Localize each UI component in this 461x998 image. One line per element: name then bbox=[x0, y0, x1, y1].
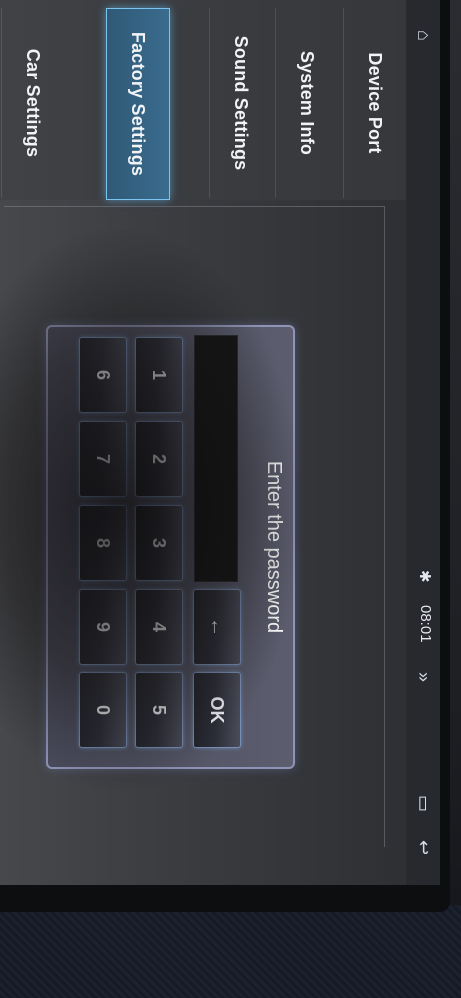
dialog-title: Enter the password bbox=[263, 460, 285, 634]
sidebar-item-system-info[interactable]: System Info bbox=[275, 8, 338, 198]
sidebar-item-sound-settings[interactable]: Sound Settings bbox=[209, 8, 272, 198]
password-dialog: Enter the password ← OK 1 2 3 4 5 6 7 8 … bbox=[46, 325, 295, 769]
key-3[interactable]: 3 bbox=[135, 505, 183, 581]
key-5[interactable]: 5 bbox=[135, 672, 183, 748]
backspace-button[interactable]: ← bbox=[193, 589, 241, 665]
tablet-bezel: ⌂ ▭ ↩ » ✱ 08:01 Device Port System Info … bbox=[0, 0, 450, 912]
sidebar-item-label: Factory Settings bbox=[128, 31, 149, 177]
window-icon[interactable]: ▭ bbox=[413, 795, 434, 812]
sidebar-item-car-settings[interactable]: Car Settings bbox=[1, 8, 64, 198]
sidebar-item-label: Car Settings bbox=[23, 48, 44, 158]
bluetooth-icon: ✱ bbox=[416, 570, 433, 583]
top-nav-bar: ⌂ ▭ ↩ » ✱ 08:01 bbox=[406, 0, 440, 885]
password-input[interactable] bbox=[194, 335, 238, 582]
double-chevron-icon[interactable]: » bbox=[413, 672, 434, 682]
sidebar-item-label: Device Port bbox=[365, 52, 386, 154]
key-2[interactable]: 2 bbox=[135, 421, 183, 497]
key-8[interactable]: 8 bbox=[79, 505, 127, 581]
rotated-ui: ⌂ ▭ ↩ » ✱ 08:01 Device Port System Info … bbox=[0, 0, 440, 885]
key-7[interactable]: 7 bbox=[79, 421, 127, 497]
home-icon[interactable]: ⌂ bbox=[413, 30, 434, 41]
key-9[interactable]: 9 bbox=[79, 589, 127, 665]
key-0[interactable]: 0 bbox=[79, 672, 127, 748]
key-1[interactable]: 1 bbox=[135, 337, 183, 413]
back-icon[interactable]: ↩ bbox=[413, 840, 434, 855]
sidebar-item-factory-settings[interactable]: Factory Settings bbox=[106, 8, 170, 200]
sidebar-item-label: Sound Settings bbox=[231, 35, 252, 171]
fabric-surface bbox=[0, 905, 461, 998]
sidebar-item-label: System Info bbox=[297, 50, 318, 156]
ok-button[interactable]: OK bbox=[193, 672, 241, 748]
status-time: 08:01 bbox=[417, 605, 434, 643]
key-4[interactable]: 4 bbox=[135, 589, 183, 665]
sidebar-item-device-port[interactable]: Device Port bbox=[343, 8, 406, 198]
settings-sidebar: Device Port System Info Factory Settings… bbox=[0, 0, 406, 200]
tablet-screen: ⌂ ▭ ↩ » ✱ 08:01 Device Port System Info … bbox=[0, 0, 440, 885]
key-6[interactable]: 6 bbox=[79, 337, 127, 413]
